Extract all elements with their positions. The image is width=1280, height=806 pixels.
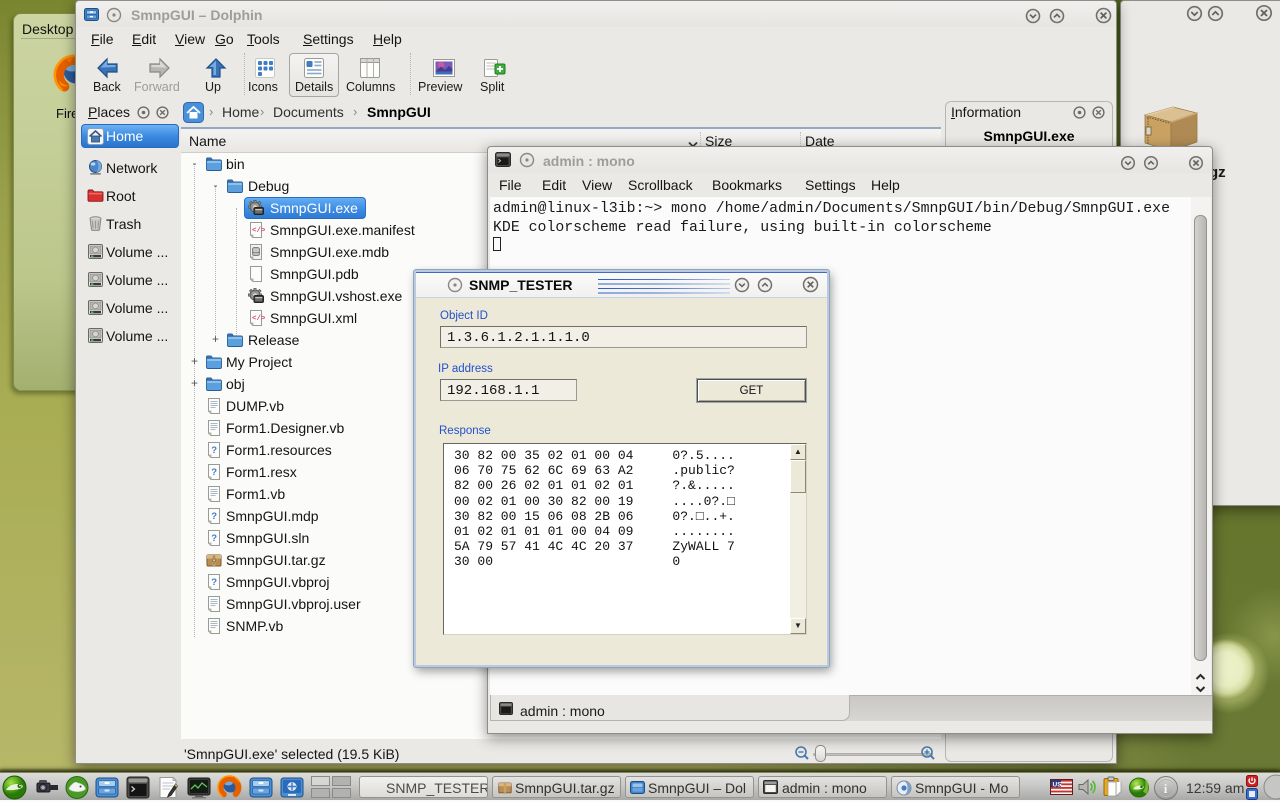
svg-text:US: US (1053, 782, 1063, 789)
svg-text:?: ? (211, 467, 217, 478)
svg-text:i: i (1164, 781, 1168, 796)
svg-text:?: ? (211, 533, 217, 544)
svg-text:</>: </> (252, 315, 265, 323)
svg-text:?: ? (211, 577, 217, 588)
svg-text:?: ? (211, 445, 217, 456)
svg-text:</>: </> (252, 227, 265, 235)
svg-text:?: ? (211, 511, 217, 522)
